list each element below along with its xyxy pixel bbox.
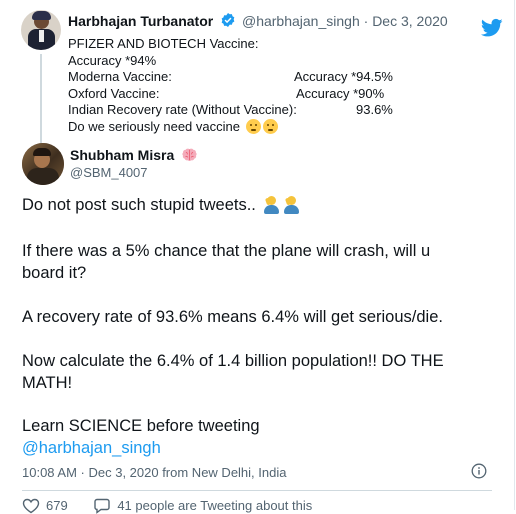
tweet-actions: 679 41 people are Tweeting about this	[22, 498, 312, 514]
parent-author-name[interactable]: Harbhajan Turbanator	[68, 13, 213, 29]
facepalm-emoji-icon	[283, 195, 300, 214]
thread-connector-line	[40, 54, 42, 146]
main-tweet-header: Shubham Misra	[70, 146, 197, 165]
parent-tweet[interactable]: Harbhajan Turbanator @harbhajan_singh · …	[16, 8, 506, 148]
parent-author-handle[interactable]: @harbhajan_singh	[242, 13, 360, 29]
twitter-bird-icon[interactable]	[481, 18, 503, 38]
tweet-timestamp[interactable]: 10:08 AM · Dec 3, 2020 from New Delhi, I…	[22, 465, 286, 480]
divider	[22, 490, 492, 491]
tweet-text: Do not post such stupid tweets..	[22, 196, 256, 214]
parent-line-3-value: Accuracy *94.5%	[294, 69, 393, 84]
tweet-text: Now calculate the 6.4% of 1.4 billion po…	[22, 352, 444, 370]
mention-link[interactable]: @harbhajan_singh	[22, 437, 502, 459]
parent-line-4-label: Oxford Vaccine:	[68, 85, 160, 101]
heart-icon[interactable]	[22, 498, 40, 514]
separator-dot: ·	[363, 13, 369, 29]
talking-icon[interactable]	[93, 498, 111, 514]
parent-tweet-text: PFIZER AND BIOTECH Vaccine: Accuracy *94…	[68, 36, 448, 135]
parent-line-5-value: 93.6%	[356, 102, 393, 117]
main-author-handle[interactable]: @SBM_4007	[70, 165, 148, 180]
verified-badge-icon	[220, 12, 236, 32]
tweet-paragraph-1: Do not post such stupid tweets..	[22, 194, 502, 216]
parent-line-4-value: Accuracy *90%	[296, 85, 385, 101]
avatar-shubham[interactable]	[22, 143, 64, 185]
parent-tweet-header: Harbhajan Turbanator @harbhajan_singh · …	[68, 12, 448, 32]
parent-line-3-label: Moderna Vaccine:	[68, 69, 172, 84]
thinking-face-emoji-icon	[245, 118, 261, 134]
info-icon[interactable]	[471, 463, 487, 479]
avatar-harbhajan[interactable]	[21, 10, 61, 50]
parent-line-5-label: Indian Recovery rate (Without Vaccine):	[68, 102, 297, 117]
tweet-text: A recovery rate of 93.6% means 6.4% will…	[22, 308, 443, 326]
tweeting-about-text[interactable]: 41 people are Tweeting about this	[117, 498, 312, 513]
parent-tweet-date[interactable]: Dec 3, 2020	[372, 13, 448, 29]
thinking-face-emoji-icon	[262, 118, 278, 134]
brain-emoji-icon	[182, 148, 197, 161]
tweet-text: If there was a 5% chance that the plane …	[22, 242, 431, 260]
tweet-card: Harbhajan Turbanator @harbhajan_singh · …	[0, 0, 515, 514]
main-author-name[interactable]: Shubham Misra	[70, 147, 174, 163]
like-count: 679	[46, 498, 68, 513]
parent-line-1: PFIZER AND BIOTECH Vaccine:	[68, 36, 259, 51]
tweet-text: board it?	[22, 264, 87, 282]
tweet-text: Learn SCIENCE before tweeting	[22, 417, 260, 435]
parent-line-2: Accuracy *94%	[68, 52, 157, 68]
parent-line-6: Do we seriously need vaccine	[68, 118, 240, 134]
facepalm-emoji-icon	[263, 195, 280, 214]
tweet-text: MATH!	[22, 374, 73, 392]
